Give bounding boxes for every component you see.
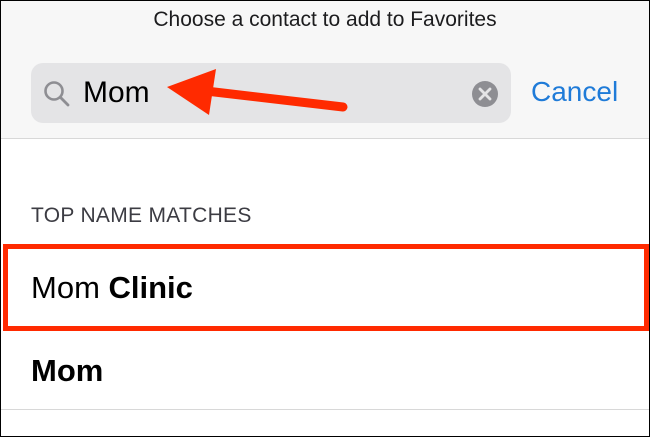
contact-name-bold: Mom bbox=[31, 353, 104, 388]
clear-icon[interactable] bbox=[471, 80, 499, 108]
list-item[interactable]: Mom bbox=[1, 327, 649, 411]
row-separator bbox=[1, 409, 649, 410]
contact-name: Mom Clinic bbox=[31, 270, 193, 306]
search-icon bbox=[44, 81, 70, 107]
contact-picker-sheet: Choose a contact to add to Favorites Can… bbox=[0, 0, 650, 437]
list-item[interactable]: Mom Clinic bbox=[1, 244, 649, 328]
contact-name: Mom bbox=[31, 353, 103, 389]
contact-name-bold: Clinic bbox=[108, 270, 193, 305]
search-input[interactable] bbox=[83, 63, 463, 123]
search-field[interactable] bbox=[31, 63, 511, 123]
section-header: TOP NAME MATCHES bbox=[31, 204, 252, 227]
contact-name-regular: Mom bbox=[31, 270, 109, 305]
cancel-button[interactable]: Cancel bbox=[531, 76, 618, 108]
sheet-title: Choose a contact to add to Favorites bbox=[153, 8, 497, 31]
search-header: Choose a contact to add to Favorites Can… bbox=[1, 1, 649, 139]
